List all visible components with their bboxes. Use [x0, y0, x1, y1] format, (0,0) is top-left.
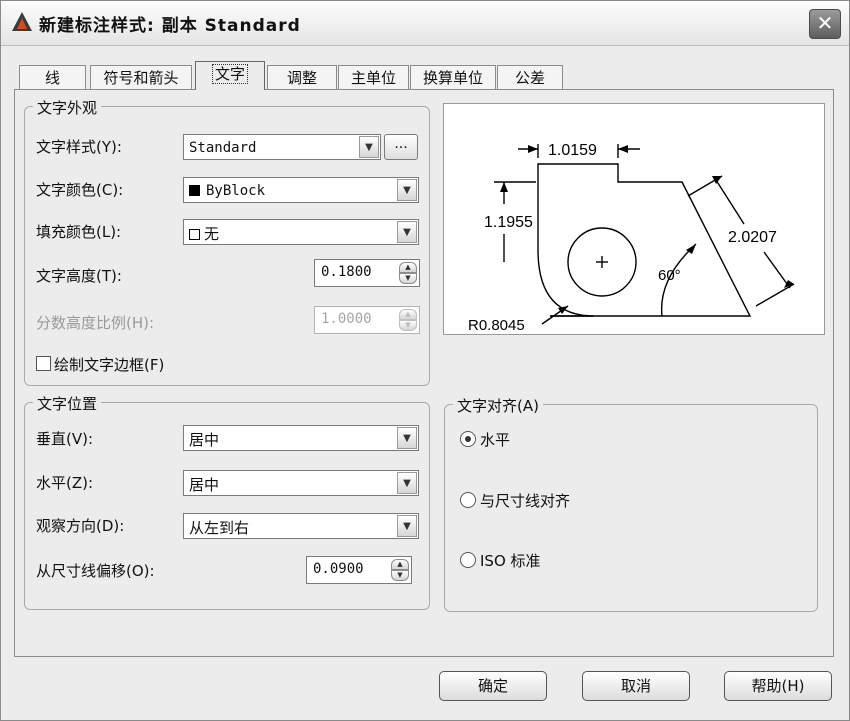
text-alignment-title: 文字对齐(A): [453, 395, 543, 416]
window-title: 新建标注样式: 副本 Standard: [39, 16, 301, 36]
color-swatch-icon: [189, 185, 200, 196]
align-iso-label: ISO 标准: [480, 552, 541, 570]
draw-frame-label: 绘制文字边框(F): [54, 356, 165, 374]
close-button[interactable]: ✕: [809, 9, 841, 39]
chevron-down-icon[interactable]: ▼: [397, 427, 417, 449]
dimension-preview: 1.0159 1.1955 2.0207 60° R0.8045: [443, 103, 825, 335]
help-button[interactable]: 帮助(H): [724, 671, 832, 701]
text-style-label: 文字样式(Y):: [36, 138, 122, 156]
spin-down-icon[interactable]: ▼: [399, 273, 417, 284]
tab-lines[interactable]: 线: [19, 65, 86, 90]
tab-symbols-arrows[interactable]: 符号和箭头: [90, 65, 192, 90]
align-iso-radio[interactable]: [460, 552, 476, 568]
angle-label: 60°: [658, 267, 681, 284]
tab-text[interactable]: 文字: [195, 61, 265, 90]
vertical-label: 垂直(V):: [36, 430, 94, 448]
chevron-down-icon[interactable]: ▼: [397, 515, 417, 537]
text-height-label: 文字高度(T):: [36, 267, 122, 285]
tab-alternate-units[interactable]: 换算单位: [410, 65, 496, 90]
text-height-stepper[interactable]: 0.1800 ▲ ▼: [314, 259, 420, 287]
align-horizontal-label: 水平: [480, 431, 511, 449]
title-bar: 新建标注样式: 副本 Standard ✕: [1, 1, 849, 46]
text-color-select[interactable]: ByBlock ▼: [183, 177, 419, 203]
radius-label: R0.8045: [468, 317, 525, 334]
autocad-logo-icon: [12, 12, 32, 31]
view-direction-label: 观察方向(D):: [36, 517, 125, 535]
text-style-select[interactable]: Standard ▼: [183, 134, 381, 160]
fraction-height-label: 分数高度比例(H):: [36, 314, 155, 332]
horizontal-select[interactable]: 居中 ▼: [183, 470, 419, 496]
chevron-down-icon[interactable]: ▼: [397, 221, 417, 243]
align-with-dimline-radio[interactable]: [460, 492, 476, 508]
spin-down-icon[interactable]: ▼: [391, 570, 409, 581]
spin-up-icon: ▲: [399, 309, 417, 320]
fraction-height-stepper: 1.0000 ▲ ▼: [314, 306, 420, 334]
ok-button[interactable]: 确定: [439, 671, 547, 701]
dim-left-label: 1.1955: [484, 214, 533, 231]
tab-primary-units[interactable]: 主单位: [338, 65, 409, 90]
horizontal-label: 水平(Z):: [36, 474, 94, 492]
preview-drawing: 1.0159 1.1955 2.0207 60° R0.8045: [468, 142, 795, 334]
fill-color-label: 填充颜色(L):: [36, 223, 122, 241]
draw-frame-checkbox[interactable]: [36, 356, 51, 371]
chevron-down-icon[interactable]: ▼: [397, 472, 417, 494]
chevron-down-icon[interactable]: ▼: [397, 179, 417, 201]
dim-right-label: 2.0207: [728, 229, 777, 246]
dim-top-label: 1.0159: [548, 142, 597, 159]
chevron-down-icon[interactable]: ▼: [359, 136, 379, 158]
text-style-browse-button[interactable]: ...: [384, 134, 418, 160]
text-color-label: 文字颜色(C):: [36, 181, 124, 199]
align-horizontal-radio[interactable]: [460, 431, 476, 447]
vertical-select[interactable]: 居中 ▼: [183, 425, 419, 451]
empty-swatch-icon: [189, 229, 200, 240]
tab-tolerances[interactable]: 公差: [497, 65, 563, 90]
text-placement-title: 文字位置: [33, 393, 102, 414]
align-with-dimline-label: 与尺寸线对齐: [480, 492, 571, 510]
spin-up-icon[interactable]: ▲: [399, 262, 417, 273]
offset-label: 从尺寸线偏移(O):: [36, 562, 155, 580]
fill-color-select[interactable]: 无 ▼: [183, 219, 419, 245]
text-appearance-title: 文字外观: [33, 97, 102, 118]
spin-up-icon[interactable]: ▲: [391, 559, 409, 570]
tab-fit[interactable]: 调整: [267, 65, 337, 90]
view-direction-select[interactable]: 从左到右 ▼: [183, 513, 419, 539]
cancel-button[interactable]: 取消: [582, 671, 690, 701]
offset-stepper[interactable]: 0.0900 ▲ ▼: [306, 556, 412, 584]
spin-down-icon: ▼: [399, 320, 417, 331]
